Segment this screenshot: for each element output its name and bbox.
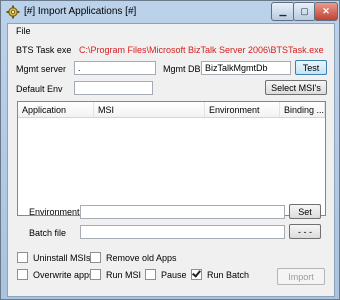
mgmt-server-input[interactable]: . xyxy=(74,61,156,75)
environment-input[interactable] xyxy=(80,205,285,219)
set-button[interactable]: Set xyxy=(289,204,321,219)
browse-batch-button[interactable]: - - - xyxy=(289,224,321,239)
close-button[interactable]: ✕ xyxy=(314,2,338,21)
window-title: [#] Import Applications [#] xyxy=(24,6,137,17)
uninstall-msis-checkbox[interactable]: Uninstall MSIs xyxy=(17,252,91,263)
maximize-icon: ▢ xyxy=(300,6,309,16)
bts-task-exe-label: BTS Task exe xyxy=(16,45,72,55)
checkbox-box[interactable] xyxy=(17,252,28,263)
column-header-application[interactable]: Application xyxy=(18,102,94,117)
minimize-icon: ▁ xyxy=(279,6,287,16)
check-mark-icon xyxy=(192,268,201,278)
run-msi-checkbox[interactable]: Run MSI xyxy=(90,269,141,280)
column-header-msi[interactable]: MSI xyxy=(94,102,205,117)
test-button[interactable]: Test xyxy=(295,60,327,75)
checkbox-box[interactable] xyxy=(191,268,202,280)
default-env-input[interactable] xyxy=(74,81,153,95)
applications-list[interactable]: Application MSI Environment Binding ... xyxy=(17,101,326,216)
checkbox-box[interactable] xyxy=(17,269,28,280)
batch-file-input[interactable] xyxy=(80,225,285,239)
column-header-binding[interactable]: Binding ... xyxy=(280,102,325,117)
gear-icon xyxy=(6,5,20,19)
mgmt-server-label: Mgmt server xyxy=(16,64,67,74)
mgmt-db-label: Mgmt DB xyxy=(163,64,201,74)
run-msi-label: Run MSI xyxy=(106,269,142,280)
pause-checkbox[interactable]: Pause xyxy=(145,269,187,280)
menu-file[interactable]: File xyxy=(16,26,31,36)
menu-bar: File xyxy=(8,24,334,40)
overwrite-apps-label: Overwrite apps xyxy=(33,269,94,280)
run-batch-checkbox[interactable]: Run Batch xyxy=(191,268,250,280)
checkbox-box[interactable] xyxy=(90,269,101,280)
run-batch-label: Run Batch xyxy=(207,269,250,280)
bts-task-exe-path: C:\Program Files\Microsoft BizTalk Serve… xyxy=(79,45,324,55)
uninstall-msis-label: Uninstall MSIs xyxy=(33,252,91,263)
pause-label: Pause xyxy=(161,269,187,280)
column-header-environment[interactable]: Environment xyxy=(205,102,280,117)
remove-old-apps-checkbox[interactable]: Remove old Apps xyxy=(90,252,177,263)
minimize-button[interactable]: ▁ xyxy=(271,2,295,21)
select-msis-button[interactable]: Select MSI's xyxy=(265,80,327,95)
title-bar: [#] Import Applications [#] ▁ ▢ ✕ xyxy=(1,1,339,23)
maximize-button[interactable]: ▢ xyxy=(293,2,316,21)
import-button[interactable]: Import xyxy=(277,268,325,285)
mgmt-db-input[interactable]: BizTalkMgmtDb xyxy=(201,61,291,75)
remove-old-apps-label: Remove old Apps xyxy=(106,252,177,263)
list-header: Application MSI Environment Binding ... xyxy=(18,102,325,118)
checkbox-box[interactable] xyxy=(90,252,101,263)
checkbox-box[interactable] xyxy=(145,269,156,280)
default-env-label: Default Env xyxy=(16,84,63,94)
import-applications-window: [#] Import Applications [#] ▁ ▢ ✕ File B… xyxy=(0,0,340,300)
close-icon: ✕ xyxy=(322,6,330,16)
environment-label: Environment xyxy=(29,207,80,217)
dialog-client-area: File BTS Task exe C:\Program Files\Micro… xyxy=(7,23,335,297)
overwrite-apps-checkbox[interactable]: Overwrite apps xyxy=(17,269,94,280)
batch-file-label: Batch file xyxy=(29,228,67,238)
